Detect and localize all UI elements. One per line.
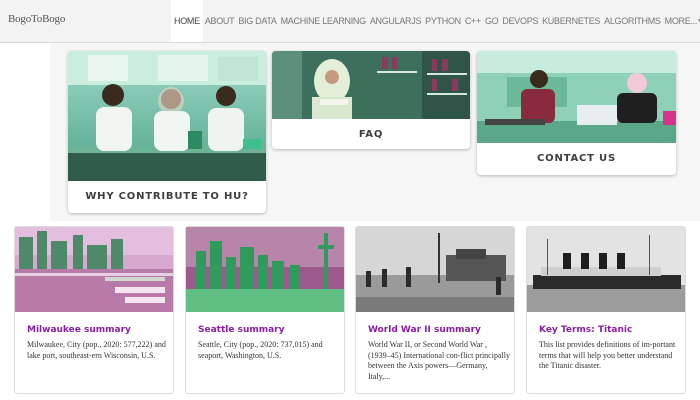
nav-item-more[interactable]: MORE...▼ [663,0,700,42]
nav-item-machine-learning[interactable]: MACHINE LEARNING [279,0,368,42]
nav-item-kubernetes[interactable]: KUBERNETES [540,0,602,42]
faq-caption: FAQ [358,129,384,140]
nav-item-about[interactable]: ABOUT [203,0,237,42]
nav-item-python[interactable]: PYTHON [423,0,463,42]
world-war-ii-text: World War II, or Second World War , (193… [368,340,510,381]
titanic-photo [527,227,685,312]
titanic-title[interactable]: Key Terms: Titanic [539,325,632,335]
contact-us-caption: CONTACT US [537,153,616,164]
hero-section: WHY CONTRIBUTE TO HU? FAQ CONTACT US [50,43,700,221]
titanic-card[interactable]: Key Terms: Titanic This list provides de… [526,226,686,394]
contact-photo [477,51,676,143]
world-war-ii-card[interactable]: World War II summary World War II, or Se… [355,226,515,394]
titanic-text: This list provides definitions of im-por… [539,340,676,370]
faq-tile[interactable]: FAQ [272,51,470,149]
seattle-card[interactable]: Seattle summary Seattle, City (pop., 202… [185,226,345,394]
site-brand[interactable]: BogoToBogo [8,13,65,25]
nav-item-cpp[interactable]: C++ [463,0,483,42]
library-photo [272,51,470,119]
milwaukee-photo [15,227,173,312]
main-nav: HOME ABOUT BIG DATA MACHINE LEARNING ANG… [171,0,700,42]
world-war-ii-title[interactable]: World War II summary [368,325,481,335]
why-contribute-caption: WHY CONTRIBUTE TO HU? [85,191,249,202]
nav-item-go[interactable]: GO [483,0,500,42]
nav-item-devops[interactable]: DEVOPS [500,0,540,42]
nav-item-big-data[interactable]: BIG DATA [236,0,278,42]
seattle-photo [186,227,344,312]
milwaukee-text: Milwaukee, City (pop., 2020: 577,222) an… [27,340,166,360]
seattle-text: Seattle, City (pop., 2020: 737,015) and … [198,340,323,360]
why-contribute-tile[interactable]: WHY CONTRIBUTE TO HU? [68,51,266,213]
top-navbar: BogoToBogo HOME ABOUT BIG DATA MACHINE L… [0,0,700,43]
nav-item-algorithms[interactable]: ALGORITHMS [602,0,663,42]
milwaukee-title[interactable]: Milwaukee summary [27,325,131,335]
seattle-title[interactable]: Seattle summary [198,325,284,335]
world-war-ii-photo [356,227,514,312]
contact-us-tile[interactable]: CONTACT US [477,51,676,175]
nav-more-label: MORE... [664,16,698,26]
nav-item-home[interactable]: HOME [171,0,203,42]
milwaukee-card[interactable]: Milwaukee summary Milwaukee, City (pop.,… [14,226,174,394]
lab-photo [68,51,266,181]
nav-item-angularjs[interactable]: ANGULARJS [368,0,423,42]
